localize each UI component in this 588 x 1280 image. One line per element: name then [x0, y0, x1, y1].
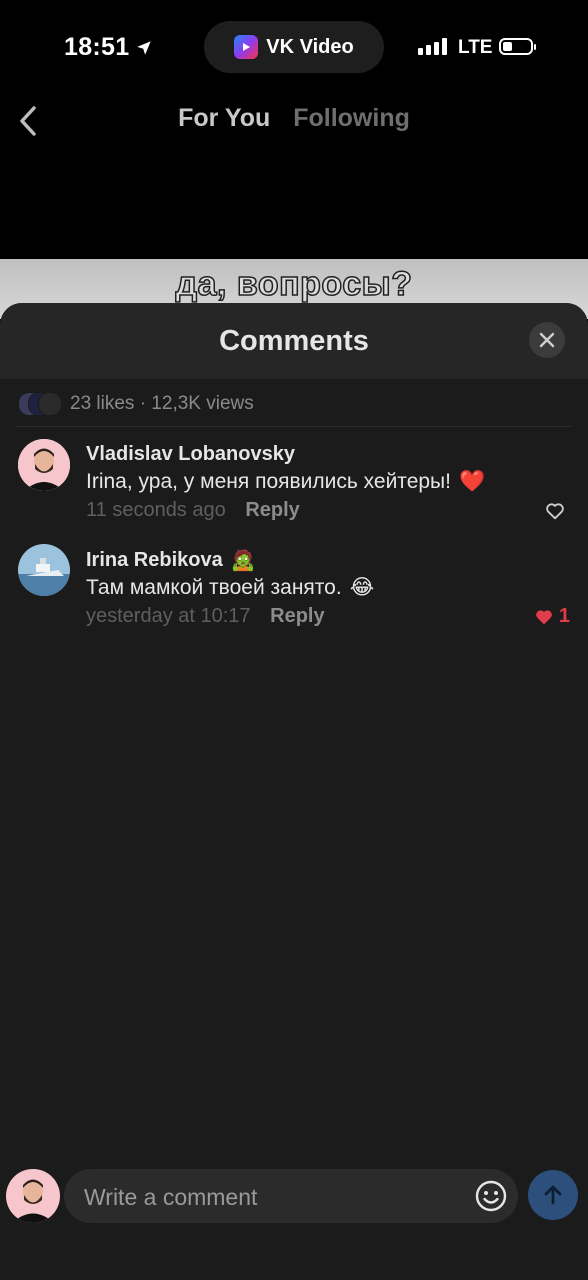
reply-button[interactable]: Reply	[245, 499, 299, 521]
comment-author[interactable]: Vladislav Lobanovsky	[86, 443, 295, 466]
avatar[interactable]	[18, 544, 70, 596]
avatar[interactable]	[18, 439, 70, 491]
comment-author-name: Irina Rebikova	[86, 549, 223, 571]
comment-author-name: Vladislav Lobanovsky	[86, 443, 295, 465]
my-avatar[interactable]	[6, 1169, 60, 1223]
battery-icon	[499, 38, 536, 55]
likers-avatars	[18, 392, 62, 416]
comment-text: Там мамкой твоей занято. 😂	[86, 575, 374, 600]
network-label: LTE	[458, 37, 493, 58]
ship-avatar-icon	[18, 544, 70, 596]
comment-input-wrap	[64, 1169, 518, 1225]
comment-meta: yesterday at 10:17 Reply	[86, 605, 325, 628]
signal-icon	[418, 38, 447, 55]
status-bar: 18:51 VK Video LTE	[0, 0, 588, 96]
like-button[interactable]: 1	[533, 605, 570, 628]
tab-for-you[interactable]: For You	[178, 104, 270, 133]
like-count: 1	[558, 605, 570, 627]
comments-sheet: Comments 23 likes · 12,3K views Vladisla…	[0, 303, 588, 1280]
comment-author[interactable]: Irina Rebikova 🧟	[86, 548, 256, 573]
comments-header: Comments	[0, 303, 588, 379]
vk-video-logo-icon	[234, 35, 259, 59]
comment-time: yesterday at 10:17	[86, 605, 251, 627]
status-time: 18:51	[64, 33, 153, 62]
heart-filled-icon	[536, 609, 552, 624]
emoji-icon[interactable]	[474, 1179, 508, 1213]
comment-text: Irina, ура, у меня появились хейтеры! ❤️	[86, 470, 485, 494]
comment-text-body: Там мамкой твоей занято.	[86, 575, 342, 599]
person-avatar-icon	[18, 439, 70, 491]
app-pill-label: VK Video	[266, 35, 354, 58]
status-time-text: 18:51	[64, 33, 130, 61]
laughing-emoji: 😂	[349, 576, 375, 599]
stats-text: 23 likes · 12,3K views	[70, 393, 254, 414]
reply-button[interactable]: Reply	[270, 605, 324, 627]
like-button[interactable]	[544, 500, 570, 522]
close-icon	[539, 332, 555, 348]
divider	[16, 426, 572, 427]
comment-meta: 11 seconds ago Reply	[86, 499, 300, 522]
comment-input[interactable]	[82, 1169, 466, 1225]
comments-title: Comments	[219, 325, 369, 357]
app-pill[interactable]: VK Video	[204, 21, 384, 73]
heart-outline-icon	[546, 503, 564, 520]
send-button[interactable]	[528, 1170, 578, 1220]
location-arrow-icon	[137, 40, 152, 55]
close-button[interactable]	[529, 322, 565, 358]
comment-composer	[0, 1166, 588, 1226]
video-caption: да, вопросы?	[175, 264, 413, 304]
tab-following[interactable]: Following	[293, 104, 410, 133]
arrow-up-icon	[544, 1185, 562, 1205]
feed-tabs: For You Following	[0, 104, 588, 133]
heart-emoji: ❤️	[458, 470, 486, 493]
author-emoji: 🧟	[230, 550, 256, 572]
video-stats[interactable]: 23 likes · 12,3K views	[18, 392, 254, 416]
comment-text-body: Irina, ура, у меня появились хейтеры!	[86, 470, 451, 493]
person-avatar-icon	[6, 1169, 60, 1223]
comment-time: 11 seconds ago	[86, 499, 226, 521]
